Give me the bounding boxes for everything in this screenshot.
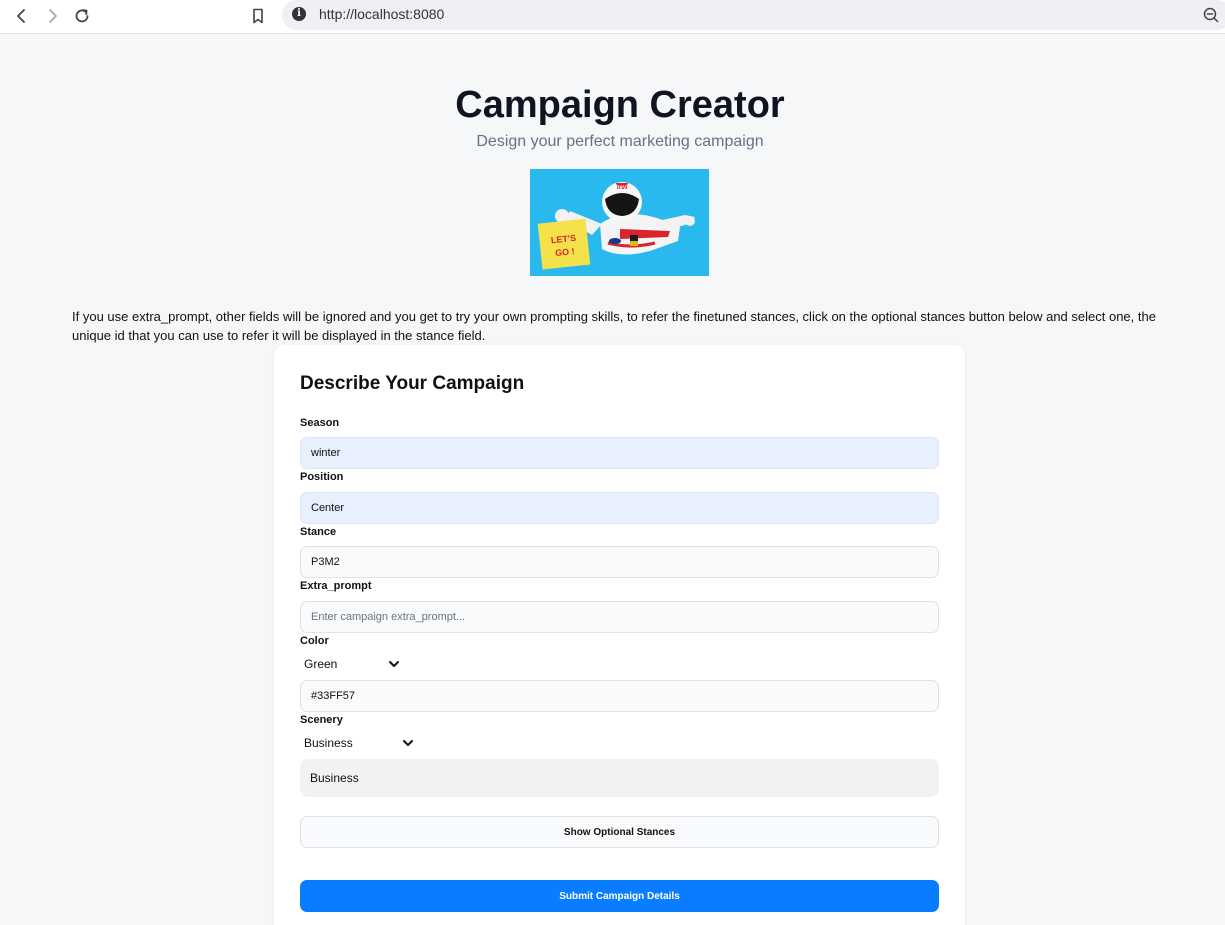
position-label: Position (300, 471, 344, 483)
forward-arrow-icon (49, 9, 57, 23)
bookmark-icon (253, 8, 263, 24)
site-info-icon[interactable]: i (292, 7, 306, 21)
extra-prompt-input[interactable] (300, 601, 939, 633)
back-button[interactable] (9, 3, 35, 29)
browser-toolbar: i http://localhost:8080 (0, 0, 1225, 34)
submit-campaign-button[interactable]: Submit Campaign Details (300, 880, 939, 912)
chevron-down-icon (389, 661, 399, 667)
bookmark-button[interactable] (245, 3, 271, 29)
back-arrow-icon (17, 9, 25, 23)
extra-prompt-label: Extra_prompt (300, 580, 372, 592)
season-input[interactable] (300, 437, 939, 469)
campaign-form-card: Describe Your Campaign Season Position S… (274, 345, 965, 925)
chevron-down-icon (403, 740, 413, 746)
color-label: Color (300, 635, 329, 647)
url-text: http://localhost:8080 (319, 6, 445, 22)
forward-button[interactable] (39, 3, 65, 29)
scenery-select[interactable]: Business (300, 732, 416, 754)
reload-button[interactable] (69, 3, 95, 29)
position-input[interactable] (300, 492, 939, 524)
season-label: Season (300, 417, 340, 429)
address-bar[interactable]: i http://localhost:8080 (282, 0, 1225, 30)
stance-label: Stance (300, 526, 337, 538)
form-title: Describe Your Campaign (300, 373, 525, 394)
sign-text-line2: GO ! (555, 246, 575, 258)
reload-icon (75, 9, 89, 23)
page-title: Campaign Creator (455, 84, 785, 126)
extra-prompt-info-text: If you use extra_prompt, other fields wi… (72, 309, 1156, 343)
scenery-select-value: Business (304, 736, 353, 750)
scenery-display: Business (300, 759, 939, 797)
zoom-out-icon[interactable] (1202, 6, 1220, 24)
scenery-label: Scenery (300, 714, 343, 726)
page-subtitle: Design your perfect marketing campaign (476, 133, 764, 150)
stance-input[interactable] (300, 546, 939, 578)
helmet-badge-text: hey! (616, 185, 628, 191)
color-select[interactable]: Green (300, 653, 402, 675)
color-hex-input[interactable] (300, 680, 939, 712)
show-optional-stances-button[interactable]: Show Optional Stances (300, 816, 939, 848)
color-select-value: Green (304, 657, 338, 671)
astronaut-mascot-illustration: LET'S GO ! hey! (530, 169, 709, 276)
hero-image: LET'S GO ! hey! (530, 169, 709, 276)
